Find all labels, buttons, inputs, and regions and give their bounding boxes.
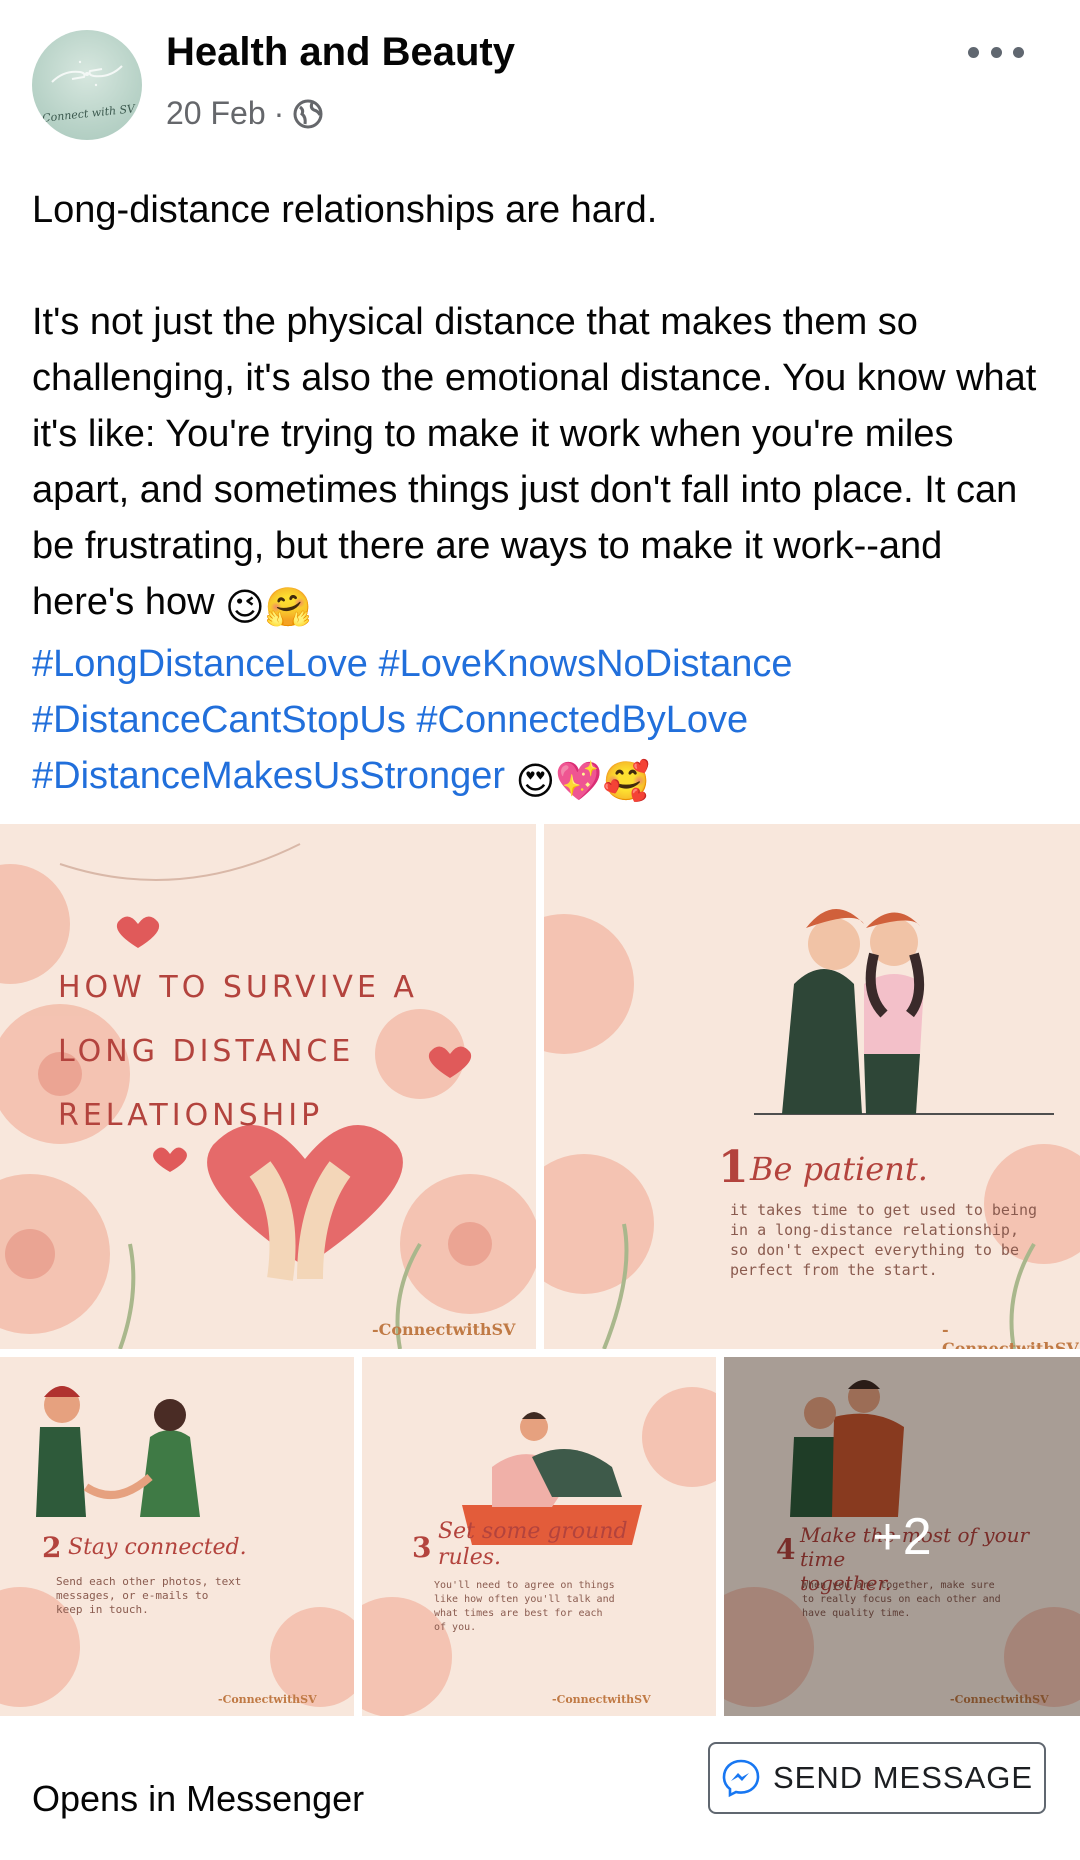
tile1-title-line-1: HOW TO SURVIVE A — [58, 970, 418, 1005]
tile3-body-line-1: Send each other photos, text — [56, 1575, 242, 1588]
image-tile-3[interactable]: 2 Stay connected. Send each other photos… — [0, 1357, 354, 1716]
tile2-body-line-3: so don't expect everything to be — [730, 1241, 1019, 1259]
tile3-body: Send each other photos, text messages, o… — [56, 1575, 241, 1617]
post-date[interactable]: 20 Feb — [166, 95, 266, 132]
more-photos-count[interactable]: +2 — [724, 1507, 1080, 1567]
tile4-number: 3 — [412, 1531, 432, 1564]
send-message-button[interactable]: SEND MESSAGE — [708, 1742, 1046, 1814]
tile3-body-line-2: messages, or e-mails to — [56, 1589, 209, 1602]
hashtags-line-2[interactable]: #DistanceCantStopUs #ConnectedByLove — [32, 692, 1052, 748]
post-meta: 20 Feb · — [166, 95, 324, 132]
tile2-body-line-2: in a long-distance relationship, — [730, 1221, 1019, 1239]
tile4-heading: Set some ground rules. — [438, 1519, 628, 1571]
tile3-number: 2 — [42, 1531, 62, 1564]
tile3-heading: Stay connected. — [68, 1535, 247, 1560]
tile4-heading-line-2: rules. — [438, 1545, 502, 1570]
tile2-body: it takes time to get used to being in a … — [730, 1200, 1037, 1280]
hashtags-line-3: #DistanceMakesUsStronger 😍💖🥰 — [32, 748, 1052, 810]
hashtags-line-1[interactable]: #LongDistanceLove #LoveKnowsNoDistance — [32, 636, 1052, 692]
image-tile-4[interactable]: 3 Set some ground rules. You'll need to … — [362, 1357, 716, 1716]
tile4-body-line-3: what times are best for each — [434, 1608, 603, 1619]
tile3-credit: -ConnectwithSV — [218, 1693, 317, 1706]
send-message-label: SEND MESSAGE — [772, 1760, 1034, 1795]
tile4-heading-line-1: Set some ground — [438, 1519, 628, 1544]
tile2-body-line-1: it takes time to get used to being — [730, 1201, 1038, 1219]
messenger-icon — [722, 1759, 760, 1798]
tile2-credit: -ConnectwithSV — [942, 1320, 1079, 1349]
post-footer: Opens in Messenger SEND MESSAGE — [0, 1716, 1080, 1860]
opens-in-messenger-label: Opens in Messenger — [32, 1778, 365, 1819]
tile4-body: You'll need to agree on things like how … — [434, 1579, 615, 1635]
page-avatar[interactable]: Connect with SV — [32, 30, 142, 140]
image-tile-1[interactable]: HOW TO SURVIVE A LONG DISTANCE RELATIONS… — [0, 824, 536, 1349]
post-header: Connect with SV Health and Beauty 20 Feb… — [0, 0, 1080, 150]
meta-separator: · — [273, 95, 285, 131]
tile1-title-line-3: RELATIONSHIP — [58, 1098, 324, 1133]
tile3-body-line-3: keep in touch. — [56, 1603, 149, 1616]
post-media-grid: HOW TO SURVIVE A LONG DISTANCE RELATIONS… — [0, 824, 1080, 1716]
hashtag-last[interactable]: #DistanceMakesUsStronger — [32, 755, 505, 797]
tile1-title-line-2: LONG DISTANCE — [58, 1034, 355, 1069]
image-tile-5[interactable]: 4 Make the most of your time together. W… — [724, 1357, 1080, 1716]
tile2-number: 1 — [718, 1142, 749, 1193]
tile4-body-line-2: like how often you'll talk and — [434, 1594, 615, 1605]
post-paragraph-2-text: It's not just the physical distance that… — [32, 301, 1037, 623]
page-name[interactable]: Health and Beauty — [166, 30, 515, 75]
tile4-credit: -ConnectwithSV — [552, 1693, 651, 1706]
post-text: Long-distance relationships are hard. It… — [32, 182, 1052, 810]
tile2-body-line-4: perfect from the start. — [730, 1261, 938, 1279]
post-paragraph-2: It's not just the physical distance that… — [32, 294, 1052, 636]
tile2-heading: Be patient. — [750, 1150, 928, 1188]
hands-logo-icon — [51, 60, 123, 87]
tile1-credit: -ConnectwithSV — [372, 1320, 516, 1339]
globe-icon — [293, 99, 323, 128]
flower-decoration-icon — [0, 824, 536, 1349]
post-paragraph-1: Long-distance relationships are hard. — [32, 189, 658, 231]
paragraph-emoji: 😉🤗 — [225, 587, 313, 629]
hashtags-emoji: 😍💖🥰 — [515, 761, 650, 803]
avatar-brand-text: Connect with SV — [41, 102, 136, 125]
tile4-body-line-1: You'll need to agree on things — [434, 1580, 615, 1591]
more-options-icon[interactable] — [968, 40, 1024, 64]
image-tile-2[interactable]: 1 Be patient. it takes time to get used … — [544, 824, 1080, 1349]
tile4-body-line-4: of you. — [434, 1622, 477, 1633]
